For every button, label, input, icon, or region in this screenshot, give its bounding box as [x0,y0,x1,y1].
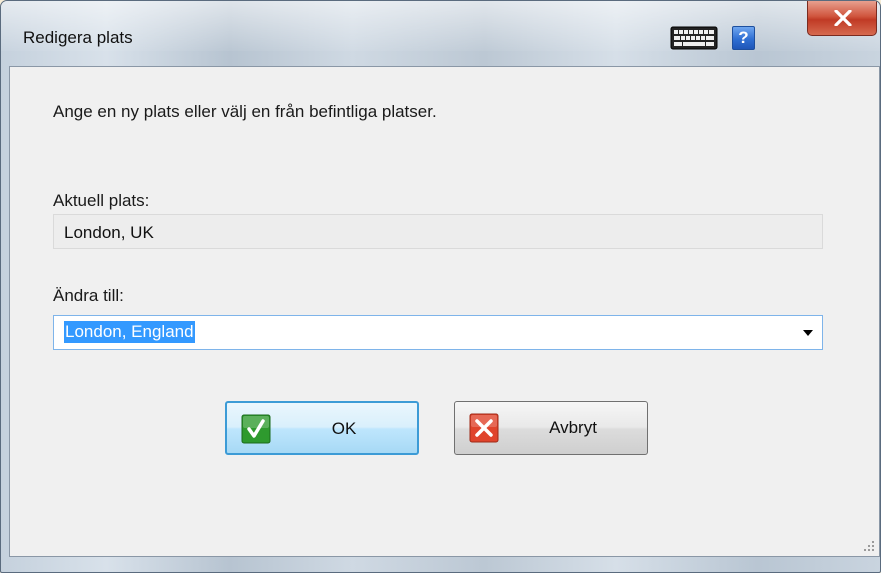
dropdown-arrow-icon[interactable] [796,317,820,348]
instruction-text: Ange en ny plats eller välj en från befi… [53,102,437,121]
help-button[interactable]: ? [732,26,755,50]
keyboard-icon[interactable] [670,26,718,50]
cancel-button[interactable]: Avbryt [454,401,648,455]
edit-location-dialog: Redigera plats ? Ange en ny plats eller … [0,0,881,573]
dialog-title: Redigera plats [23,28,133,47]
ok-button[interactable]: OK [225,401,419,455]
change-to-label: Ändra till: [53,286,124,305]
dialog-content: Ange en ny plats eller välj en från befi… [9,66,880,557]
ok-label: OK [331,419,357,438]
checkmark-icon [241,414,271,444]
cancel-x-icon [469,413,499,443]
close-icon [834,10,852,26]
current-location-label: Aktuell plats: [53,191,150,210]
change-to-combobox[interactable]: London, England [53,315,823,350]
resize-grip-icon[interactable] [863,540,875,552]
cancel-label: Avbryt [549,418,597,437]
change-to-value[interactable]: London, England [64,321,195,343]
current-location-field: London, UK [53,214,823,249]
close-button[interactable] [807,1,877,36]
